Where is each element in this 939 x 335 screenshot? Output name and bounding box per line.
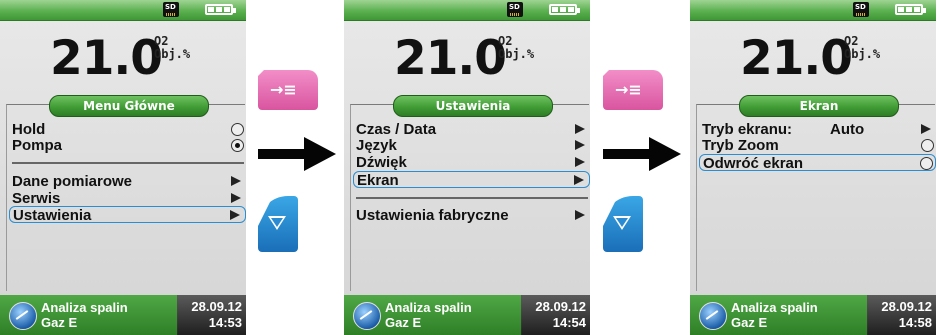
gauge-icon <box>353 302 381 330</box>
radio-checked-icon[interactable] <box>231 139 244 152</box>
arrow-right-icon <box>575 157 585 167</box>
mode-indicator: Analiza spalin Gaz E <box>690 295 867 335</box>
battery-icon <box>549 4 580 15</box>
menu-item-tryb-zoom[interactable]: Tryb Zoom <box>702 137 936 154</box>
battery-icon <box>205 4 236 15</box>
reading-value: 21.0 <box>740 31 853 86</box>
arrow-right-icon <box>575 140 585 150</box>
reading-unit: O2 Obj.% <box>844 34 881 61</box>
footer-fuel: Gaz E <box>41 315 78 330</box>
mode-indicator: Analiza spalin Gaz E <box>344 295 521 335</box>
screen-settings: SD 21.0 O2 Obj.% Ustawienia Czas / Data J… <box>344 0 590 335</box>
reading-unit: O2 Obj.% <box>154 34 191 61</box>
footer-mode: Analiza spalin <box>731 300 818 315</box>
reading-value: 21.0 <box>50 31 163 86</box>
footer-bar: Analiza spalin Gaz E 28.09.12 14:53 <box>0 295 246 335</box>
status-bar: SD <box>690 0 936 21</box>
triangle-down-icon <box>268 216 286 230</box>
screen-main-menu: SD 21.0 O2 Obj.% Menu Główne Hold Pompa D… <box>0 0 246 335</box>
status-bar: SD <box>344 0 590 21</box>
sd-card-icon: SD <box>507 2 523 17</box>
datetime: 28.09.12 14:53 <box>178 295 246 335</box>
sd-card-icon: SD <box>163 2 179 17</box>
gauge-icon <box>699 302 727 330</box>
menu-item-czas-data[interactable]: Czas / Data <box>356 121 590 138</box>
menu-item-serwis[interactable]: Serwis <box>12 190 246 207</box>
menu-item-dzwiek[interactable]: Dźwięk <box>356 154 590 171</box>
gauge-icon <box>9 302 37 330</box>
menu-item-ustawienia-fabryczne[interactable]: Ustawienia fabryczne <box>356 207 590 224</box>
screen-display: SD 21.0 O2 Obj.% Ekran Tryb ekranu: Auto T… <box>690 0 936 335</box>
mode-indicator: Analiza spalin Gaz E <box>0 295 177 335</box>
footer-fuel: Gaz E <box>385 315 422 330</box>
footer-date: 28.09.12 <box>881 299 932 314</box>
datetime: 28.09.12 14:58 <box>868 295 936 335</box>
menu-title: Menu Główne <box>49 95 209 117</box>
menu-item-tryb-ekranu[interactable]: Tryb ekranu: Auto <box>702 121 936 138</box>
menu-item-ustawienia[interactable]: Ustawienia <box>9 206 246 224</box>
arrow-right-icon <box>921 124 931 134</box>
tryb-ekranu-value: Auto <box>830 121 865 138</box>
arrow-right-icon <box>231 176 241 186</box>
radio-icon[interactable] <box>231 123 244 136</box>
o2-reading: 21.0 O2 Obj.% <box>690 21 936 87</box>
datetime: 28.09.12 14:54 <box>522 295 590 335</box>
menu-item-hold[interactable]: Hold <box>12 121 246 138</box>
reading-unit: O2 Obj.% <box>498 34 535 61</box>
battery-icon <box>895 4 926 15</box>
arrow-right-icon <box>575 210 585 220</box>
footer-date: 28.09.12 <box>535 299 586 314</box>
arrow-right-icon <box>231 193 241 203</box>
footer-time: 14:58 <box>898 315 932 330</box>
status-bar: SD <box>0 0 246 21</box>
triangle-down-icon <box>613 216 631 230</box>
divider <box>356 197 588 199</box>
menu-item-pompa[interactable]: Pompa <box>12 137 246 154</box>
o2-reading: 21.0 O2 Obj.% <box>0 21 246 87</box>
o2-reading: 21.0 O2 Obj.% <box>344 21 590 87</box>
arrow-right-icon <box>574 175 584 185</box>
footer-fuel: Gaz E <box>731 315 768 330</box>
footer-bar: Analiza spalin Gaz E 28.09.12 14:58 <box>690 295 936 335</box>
sd-card-icon: SD <box>853 2 869 17</box>
menu-item-ekran[interactable]: Ekran <box>353 171 590 189</box>
down-key-button[interactable] <box>258 196 298 252</box>
radio-icon[interactable] <box>920 157 933 170</box>
divider <box>12 162 244 164</box>
flow-arrow-icon <box>258 137 336 171</box>
footer-bar: Analiza spalin Gaz E 28.09.12 14:54 <box>344 295 590 335</box>
footer-mode: Analiza spalin <box>41 300 128 315</box>
menu-title: Ustawienia <box>393 95 553 117</box>
reading-value: 21.0 <box>394 31 507 86</box>
menu-item-odwroc-ekran[interactable]: Odwróć ekran <box>699 154 936 172</box>
enter-key-button[interactable]: →≡ <box>603 70 663 110</box>
radio-icon[interactable] <box>921 139 934 152</box>
arrow-right-icon <box>575 124 585 134</box>
menu-item-dane-pomiarowe[interactable]: Dane pomiarowe <box>12 173 246 190</box>
footer-date: 28.09.12 <box>191 299 242 314</box>
footer-time: 14:54 <box>552 315 586 330</box>
menu-title: Ekran <box>739 95 899 117</box>
footer-time: 14:53 <box>208 315 242 330</box>
flow-arrow-icon <box>603 137 681 171</box>
down-key-button[interactable] <box>603 196 643 252</box>
footer-mode: Analiza spalin <box>385 300 472 315</box>
menu-item-jezyk[interactable]: Język <box>356 137 590 154</box>
enter-key-button[interactable]: →≡ <box>258 70 318 110</box>
arrow-right-icon <box>230 210 240 220</box>
